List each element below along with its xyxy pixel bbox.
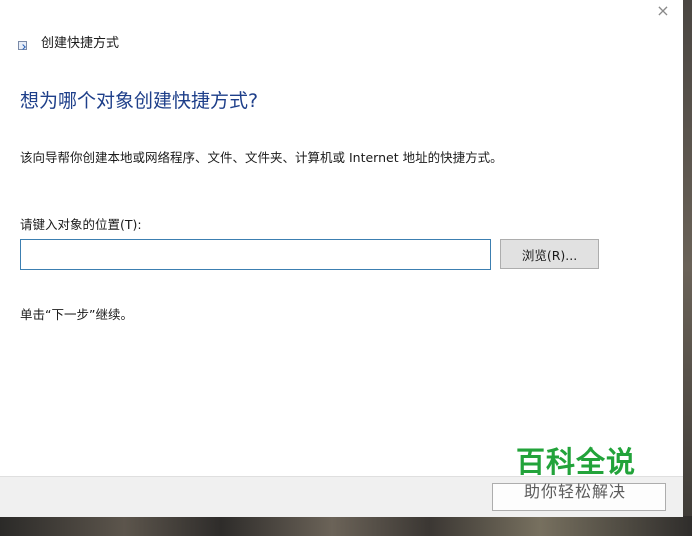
shortcut-icon: [18, 41, 27, 50]
create-shortcut-dialog: × 创建快捷方式 想为哪个对象创建快捷方式? 该向导帮你创建本地或网络程序、文件…: [0, 0, 683, 517]
window-title: 创建快捷方式: [41, 36, 120, 51]
desktop-background-edge: [683, 0, 692, 536]
browse-button[interactable]: 浏览(R)...: [500, 239, 599, 269]
next-step-hint: 单击“下一步”继续。: [20, 307, 133, 322]
watermark-title: 百科全说: [516, 445, 637, 479]
page-heading: 想为哪个对象创建快捷方式?: [20, 90, 259, 112]
desktop-background-strip: [0, 516, 692, 536]
wizard-description: 该向导帮你创建本地或网络程序、文件、文件夹、计算机或 Internet 地址的快…: [20, 150, 503, 165]
watermark-subtitle: 助你轻松解决: [524, 482, 627, 501]
location-label: 请键入对象的位置(T):: [20, 217, 142, 232]
location-input[interactable]: [20, 239, 491, 270]
close-icon[interactable]: ×: [648, 0, 678, 20]
